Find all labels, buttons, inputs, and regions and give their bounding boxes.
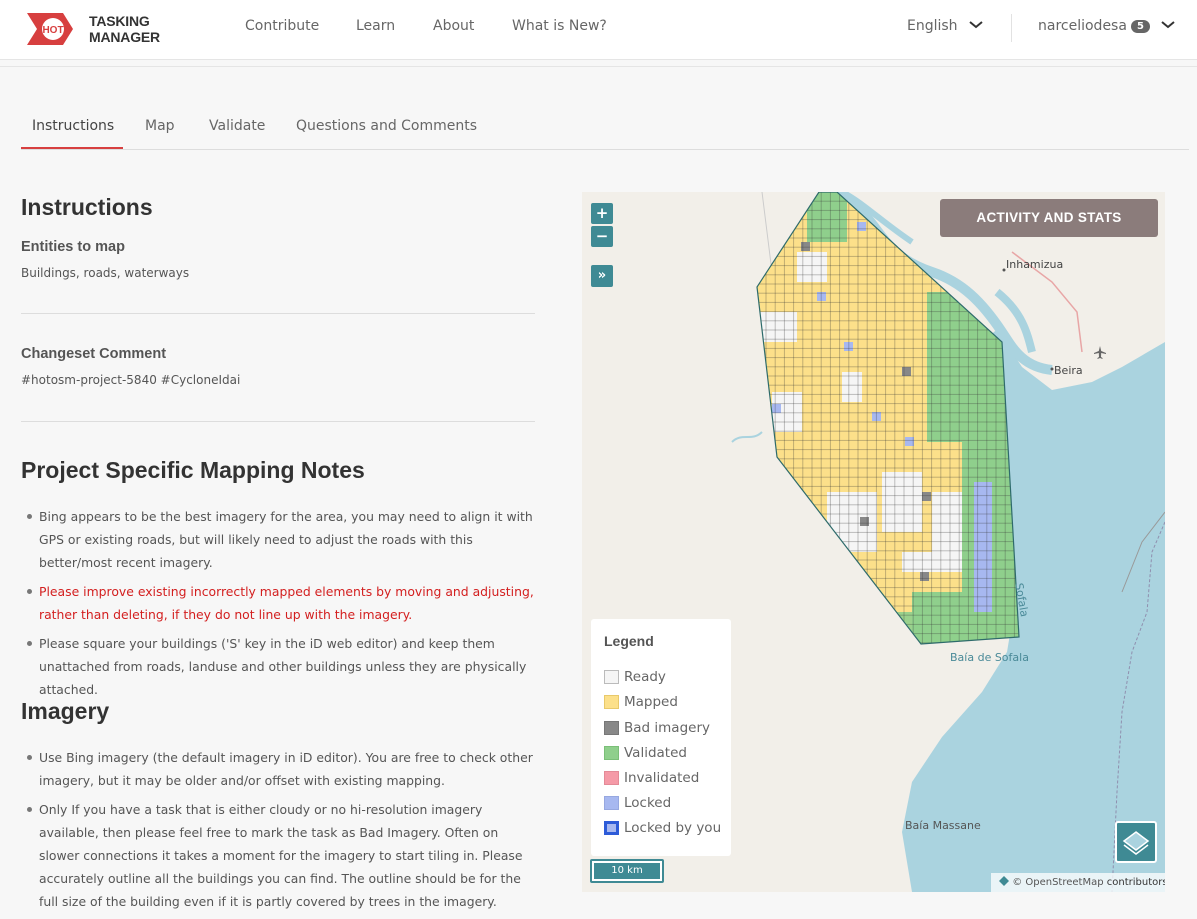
zoom-out-button[interactable]: − bbox=[591, 226, 613, 247]
map-scale: 10 km bbox=[590, 859, 664, 883]
legend-item-locked: Locked bbox=[604, 795, 671, 811]
tab-map[interactable]: Map bbox=[145, 118, 175, 134]
nav-about[interactable]: About bbox=[433, 18, 474, 34]
task-map[interactable]: Inhamizua Beira Baía de Sofala Baía Mass… bbox=[582, 192, 1165, 892]
legend-item-validated: Validated bbox=[604, 745, 687, 761]
attribution-suffix: contributors bbox=[1103, 877, 1165, 888]
notification-badge: 5 bbox=[1130, 19, 1150, 33]
place-label: Baía Massane bbox=[905, 819, 981, 832]
place-label: Beira bbox=[1054, 364, 1083, 377]
instructions-title: Instructions bbox=[21, 194, 153, 220]
legend-item-ready: Ready bbox=[604, 669, 666, 685]
attribution-prefix: © bbox=[1012, 877, 1026, 888]
zoom-in-button[interactable]: + bbox=[591, 203, 613, 224]
list-item: Only If you have a task that is either c… bbox=[21, 798, 535, 913]
divider bbox=[21, 313, 535, 314]
layers-icon bbox=[1117, 831, 1155, 865]
tab-instructions[interactable]: Instructions bbox=[32, 118, 114, 134]
legend-item-invalidated: Invalidated bbox=[604, 770, 699, 786]
legend-item-bad-imagery: Bad imagery bbox=[604, 720, 710, 736]
user-menu[interactable]: narceliodesa 5 bbox=[1038, 18, 1175, 34]
map-attribution: © OpenStreetMap contributors bbox=[991, 873, 1165, 892]
active-tab-indicator bbox=[21, 147, 123, 149]
language-label: English bbox=[907, 18, 958, 34]
legend-item-locked-by-you: Locked by you bbox=[604, 820, 721, 836]
nav-whats-new[interactable]: What is New? bbox=[512, 18, 607, 34]
entities-value: Buildings, roads, waterways bbox=[21, 266, 190, 280]
top-navbar: HOT TASKING MANAGER Contribute Learn Abo… bbox=[0, 0, 1197, 60]
place-label: Inhamizua bbox=[1006, 258, 1064, 271]
username: narceliodesa bbox=[1038, 18, 1127, 34]
list-item-warning: Please improve existing incorrectly mapp… bbox=[21, 580, 535, 626]
nav-learn[interactable]: Learn bbox=[356, 18, 395, 34]
chevron-down-icon bbox=[1160, 18, 1175, 30]
language-selector[interactable]: English bbox=[907, 18, 983, 34]
mapping-notes-title: Project Specific Mapping Notes bbox=[21, 457, 365, 483]
list-item: Bing appears to be the best imagery for … bbox=[21, 505, 535, 574]
logo-text: TASKING MANAGER bbox=[89, 13, 160, 45]
scale-label: 10 km bbox=[594, 863, 660, 879]
tab-questions-comments[interactable]: Questions and Comments bbox=[296, 118, 477, 134]
header-subline bbox=[0, 66, 1197, 67]
project-tabs: Instructions Map Validate Questions and … bbox=[21, 106, 1189, 150]
list-item: Use Bing imagery (the default imagery in… bbox=[21, 746, 535, 792]
svg-text:HOT: HOT bbox=[42, 25, 63, 36]
osm-link[interactable]: OpenStreetMap bbox=[1025, 877, 1103, 888]
chevron-down-icon bbox=[968, 18, 983, 30]
changeset-value: #hotosm-project-5840 #CycloneIdai bbox=[21, 373, 241, 387]
tab-validate[interactable]: Validate bbox=[209, 118, 265, 134]
entities-label: Entities to map bbox=[21, 239, 125, 255]
hot-logo[interactable]: HOT TASKING MANAGER bbox=[23, 11, 213, 47]
imagery-notes-list: Use Bing imagery (the default imagery in… bbox=[21, 746, 535, 919]
mapping-notes-list: Bing appears to be the best imagery for … bbox=[21, 505, 535, 707]
layers-button[interactable] bbox=[1115, 821, 1157, 863]
place-label: Baía de Sofala bbox=[950, 651, 1029, 664]
hot-logo-icon: HOT bbox=[23, 11, 81, 47]
activity-stats-button[interactable]: ACTIVITY AND STATS bbox=[940, 199, 1158, 237]
imagery-title: Imagery bbox=[21, 698, 110, 724]
nav-contribute[interactable]: Contribute bbox=[245, 18, 319, 34]
changeset-label: Changeset Comment bbox=[21, 346, 167, 362]
header-divider bbox=[1011, 14, 1012, 42]
divider bbox=[21, 421, 535, 422]
legend-item-mapped: Mapped bbox=[604, 694, 678, 710]
maplibre-icon bbox=[999, 876, 1012, 888]
expand-map-button[interactable]: » bbox=[591, 265, 613, 287]
list-item: Please square your buildings ('S' key in… bbox=[21, 632, 535, 701]
legend-title: Legend bbox=[604, 633, 654, 649]
map-legend: Legend Ready Mapped Bad imagery Validate… bbox=[591, 619, 731, 856]
